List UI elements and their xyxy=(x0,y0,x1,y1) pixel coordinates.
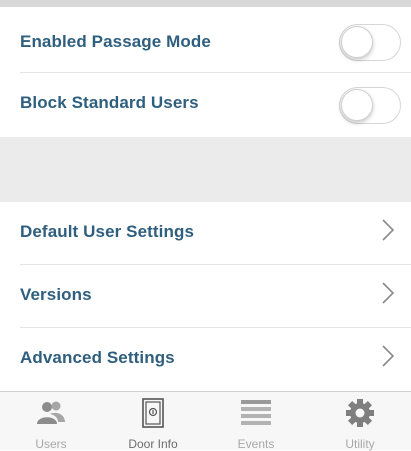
users-icon xyxy=(37,401,65,424)
gear-icon xyxy=(346,399,374,427)
chevron-right-icon xyxy=(382,345,395,367)
tab-users-label: Users xyxy=(35,437,67,451)
block-users-row: Block Standard Users xyxy=(0,73,411,135)
tab-utility[interactable]: Utility xyxy=(309,392,411,451)
tab-door-info[interactable]: Door Info xyxy=(102,392,204,451)
settings-screen: Enabled Passage Mode Block Standard User… xyxy=(0,0,411,451)
block-users-toggle[interactable] xyxy=(339,87,401,124)
versions-row[interactable]: Versions xyxy=(0,265,411,327)
default-user-settings-label: Default User Settings xyxy=(20,222,195,241)
tab-utility-label: Utility xyxy=(345,437,375,451)
tab-events-label: Events xyxy=(237,437,275,451)
passage-mode-label: Enabled Passage Mode xyxy=(20,32,211,51)
section-spacer xyxy=(0,137,411,202)
top-divider xyxy=(0,0,411,7)
default-user-settings-row[interactable]: Default User Settings xyxy=(0,202,411,264)
tab-users[interactable]: Users xyxy=(0,392,102,451)
advanced-settings-row[interactable]: Advanced Settings xyxy=(0,328,411,390)
chevron-right-icon xyxy=(382,282,395,304)
toggle-knob xyxy=(341,26,373,58)
block-users-label: Block Standard Users xyxy=(20,93,199,112)
passage-mode-row: Enabled Passage Mode xyxy=(0,7,411,73)
versions-label: Versions xyxy=(20,285,92,304)
list-icon xyxy=(241,400,271,425)
advanced-settings-label: Advanced Settings xyxy=(20,348,175,367)
tab-events[interactable]: Events xyxy=(205,392,307,451)
door-icon xyxy=(142,398,164,428)
chevron-right-icon xyxy=(382,219,395,241)
tab-bar: Users Door Info Events Utility xyxy=(0,391,411,451)
toggle-knob xyxy=(341,89,373,121)
passage-mode-toggle[interactable] xyxy=(339,24,401,61)
tab-door-info-label: Door Info xyxy=(128,437,178,451)
